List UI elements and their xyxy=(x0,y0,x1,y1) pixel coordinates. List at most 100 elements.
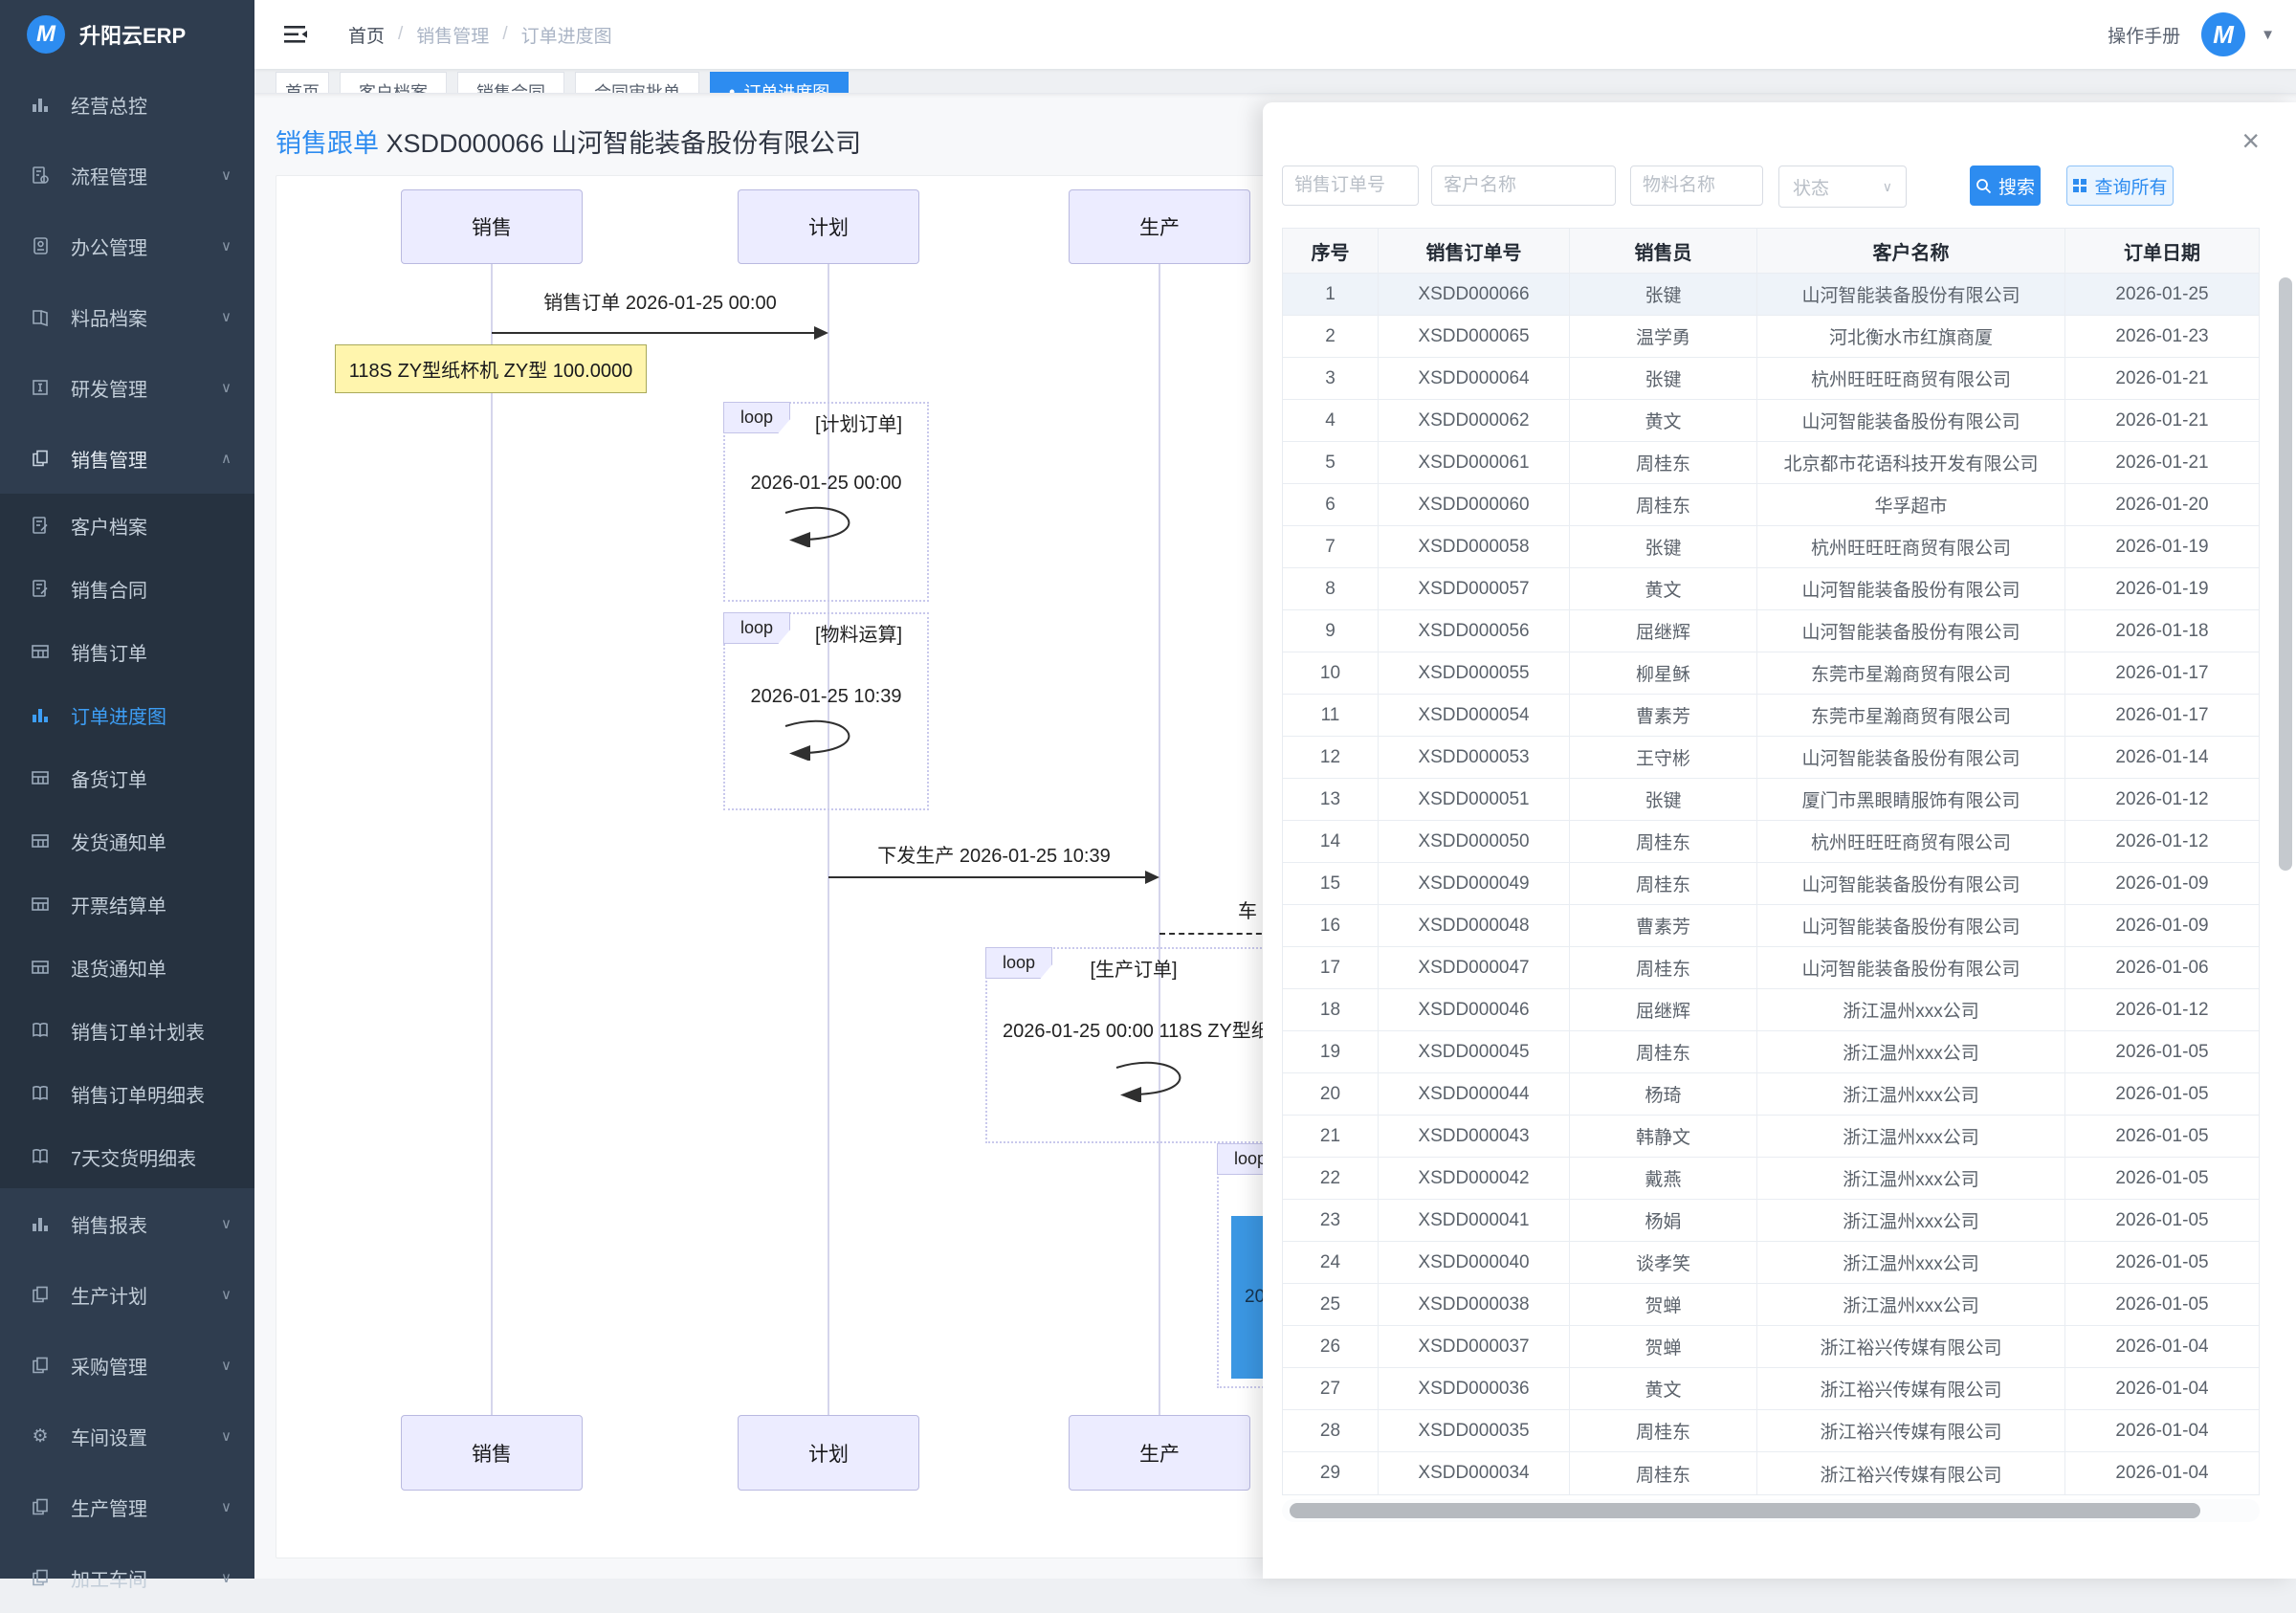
sidebar-item-process[interactable]: 流程管理∨ xyxy=(0,140,254,210)
book-icon xyxy=(29,1019,52,1042)
table-row[interactable]: 8XSDD000057黄文山河智能装备股份有限公司2026-01-19 xyxy=(1283,568,2259,610)
table-row[interactable]: 20XSDD000044杨琦浙江温州xxx公司2026-01-05 xyxy=(1283,1073,2259,1116)
chevron-down-icon: ∨ xyxy=(221,1286,232,1303)
table-row[interactable]: 9XSDD000056屈继辉山河智能装备股份有限公司2026-01-18 xyxy=(1283,610,2259,652)
table-row[interactable]: 5XSDD000061周桂东北京都市花语科技开发有限公司2026-01-21 xyxy=(1283,442,2259,484)
sidebar-item-rd[interactable]: 研发管理∨ xyxy=(0,352,254,423)
horizontal-scrollbar-thumb[interactable] xyxy=(1290,1503,2200,1518)
cell-customer: 浙江裕兴传媒有限公司 xyxy=(1757,1368,2065,1409)
table-row[interactable]: 16XSDD000048曹素芳山河智能装备股份有限公司2026-01-09 xyxy=(1283,905,2259,947)
table-row[interactable]: 23XSDD000041杨娟浙江温州xxx公司2026-01-05 xyxy=(1283,1200,2259,1242)
sidebar-item-sales-contract[interactable]: 销售合同 xyxy=(0,557,254,620)
column-header: 销售订单号 xyxy=(1379,229,1570,273)
table-row[interactable]: 28XSDD000035周桂东浙江裕兴传媒有限公司2026-01-04 xyxy=(1283,1410,2259,1452)
cell-salesperson: 周桂东 xyxy=(1570,821,1757,862)
table-row[interactable]: 1XSDD000066张键山河智能装备股份有限公司2026-01-25 xyxy=(1283,274,2259,316)
table-row[interactable]: 7XSDD000058张键杭州旺旺旺商贸有限公司2026-01-19 xyxy=(1283,526,2259,568)
table-row[interactable]: 24XSDD000040谈孝笑浙江温州xxx公司2026-01-05 xyxy=(1283,1242,2259,1284)
cell-order-no: XSDD000041 xyxy=(1379,1200,1570,1241)
sidebar-item-sales-report[interactable]: 销售报表∨ xyxy=(0,1188,254,1259)
table-row[interactable]: 18XSDD000046屈继辉浙江温州xxx公司2026-01-12 xyxy=(1283,989,2259,1031)
cell-customer: 河北衡水市红旗商厦 xyxy=(1757,316,2065,357)
table-row[interactable]: 4XSDD000062黄文山河智能装备股份有限公司2026-01-21 xyxy=(1283,400,2259,442)
table-row[interactable]: 11XSDD000054曹素芳东莞市星瀚商贸有限公司2026-01-17 xyxy=(1283,695,2259,737)
cell-index: 2 xyxy=(1283,316,1379,357)
table-row[interactable]: 19XSDD000045周桂东浙江温州xxx公司2026-01-05 xyxy=(1283,1031,2259,1073)
manual-link[interactable]: 操作手册 xyxy=(2108,22,2180,48)
table-row[interactable]: 2XSDD000065温学勇河北衡水市红旗商厦2026-01-23 xyxy=(1283,316,2259,358)
sidebar-item-office[interactable]: 办公管理∨ xyxy=(0,210,254,281)
sidebar-item-stock-order[interactable]: 备货订单 xyxy=(0,746,254,809)
column-header: 销售员 xyxy=(1570,229,1757,273)
cell-index: 5 xyxy=(1283,442,1379,483)
table-row[interactable]: 27XSDD000036黄文浙江裕兴传媒有限公司2026-01-04 xyxy=(1283,1368,2259,1410)
table-row[interactable]: 15XSDD000049周桂东山河智能装备股份有限公司2026-01-09 xyxy=(1283,863,2259,905)
cell-order-no: XSDD000046 xyxy=(1379,989,1570,1030)
search-button[interactable]: 搜索 xyxy=(1970,166,2041,206)
sidebar-item-materials[interactable]: 料品档案∨ xyxy=(0,281,254,352)
table-row[interactable]: 14XSDD000050周桂东杭州旺旺旺商贸有限公司2026-01-12 xyxy=(1283,821,2259,863)
table-row[interactable]: 22XSDD000042戴燕浙江温州xxx公司2026-01-05 xyxy=(1283,1158,2259,1200)
sidebar-item-workshop-settings[interactable]: ⚙车间设置∨ xyxy=(0,1401,254,1471)
material-name-input[interactable] xyxy=(1630,166,1763,206)
menu-collapse-icon[interactable] xyxy=(283,23,308,46)
avatar[interactable]: M xyxy=(2201,12,2245,56)
sidebar-item-return-notice[interactable]: 退货通知单 xyxy=(0,936,254,999)
close-icon[interactable]: × xyxy=(2241,125,2260,156)
copy-icon xyxy=(29,447,52,470)
table-row[interactable]: 13XSDD000051张键厦门市黑眼睛服饰有限公司2026-01-12 xyxy=(1283,779,2259,821)
chevron-down-icon[interactable]: ▼ xyxy=(2261,27,2275,43)
order-no-input[interactable] xyxy=(1282,166,1419,206)
page-title-link[interactable]: 销售跟单 xyxy=(276,129,379,158)
table-row[interactable]: 25XSDD000038贺蝉浙江温州xxx公司2026-01-05 xyxy=(1283,1284,2259,1326)
table-row[interactable]: 26XSDD000037贺蝉浙江裕兴传媒有限公司2026-01-04 xyxy=(1283,1326,2259,1368)
sidebar-item-label: 加工车间 xyxy=(71,1564,147,1592)
breadcrumb-item[interactable]: 首页 xyxy=(348,22,385,48)
table-row[interactable]: 6XSDD000060周桂东华孚超市2026-01-20 xyxy=(1283,484,2259,526)
query-all-button[interactable]: 查询所有 xyxy=(2066,166,2174,206)
customer-name-input[interactable] xyxy=(1431,166,1616,206)
table-row[interactable]: 10XSDD000055柳星稣东莞市星瀚商贸有限公司2026-01-17 xyxy=(1283,652,2259,695)
sidebar-item-sales[interactable]: 销售管理∧ xyxy=(0,423,254,494)
sidebar-item-sales-order-detail[interactable]: 销售订单明细表 xyxy=(0,1062,254,1125)
table-row[interactable]: 29XSDD000034周桂东浙江裕兴传媒有限公司2026-01-04 xyxy=(1283,1452,2259,1494)
cell-index: 18 xyxy=(1283,989,1379,1030)
cell-index: 29 xyxy=(1283,1452,1379,1494)
sidebar-item-label: 销售订单明细表 xyxy=(71,1080,205,1108)
page-title-text: XSDD000066 山河智能装备股份有限公司 xyxy=(386,129,862,158)
table-row[interactable]: 3XSDD000064张键杭州旺旺旺商贸有限公司2026-01-21 xyxy=(1283,358,2259,400)
breadcrumb-item[interactable]: 订单进度图 xyxy=(521,22,612,48)
grid-icon xyxy=(29,766,52,789)
loop-condition: [生产订单] xyxy=(1052,954,1215,982)
message-arrow-line xyxy=(492,332,815,334)
table-row[interactable]: 17XSDD000047周桂东山河智能装备股份有限公司2026-01-06 xyxy=(1283,947,2259,989)
sidebar-item-processing-workshop[interactable]: 加工车间∨ xyxy=(0,1542,254,1613)
table-row[interactable]: 12XSDD000053王守彬山河智能装备股份有限公司2026-01-14 xyxy=(1283,737,2259,779)
chevron-down-icon: ∨ xyxy=(221,308,232,325)
sidebar-item-sales-order[interactable]: 销售订单 xyxy=(0,620,254,683)
sidebar-item-customer-archive[interactable]: 客户档案 xyxy=(0,494,254,557)
cell-date: 2026-01-05 xyxy=(2065,1158,2259,1199)
vertical-scrollbar-thumb[interactable] xyxy=(2279,277,2292,871)
cell-customer: 浙江温州xxx公司 xyxy=(1757,1073,2065,1115)
sidebar-item-dashboard[interactable]: 经营总控 xyxy=(0,69,254,140)
sidebar-item-label: 生产管理 xyxy=(71,1493,147,1521)
cell-index: 13 xyxy=(1283,779,1379,820)
sidebar-item-delivery-notice[interactable]: 发货通知单 xyxy=(0,809,254,873)
sidebar-item-production-plan[interactable]: 生产计划∨ xyxy=(0,1259,254,1330)
cell-salesperson: 戴燕 xyxy=(1570,1158,1757,1199)
cell-index: 17 xyxy=(1283,947,1379,988)
table-row[interactable]: 21XSDD000043韩静文浙江温州xxx公司2026-01-05 xyxy=(1283,1116,2259,1158)
cell-order-no: XSDD000035 xyxy=(1379,1410,1570,1451)
sidebar-item-sales-order-plan[interactable]: 销售订单计划表 xyxy=(0,999,254,1062)
status-select[interactable]: 状态 ∨ xyxy=(1778,166,1907,208)
sidebar-item-purchase[interactable]: 采购管理∨ xyxy=(0,1330,254,1401)
breadcrumb-item[interactable]: 销售管理 xyxy=(416,22,489,48)
topbar-right: 操作手册 M ▼ xyxy=(2108,12,2275,56)
cell-customer: 浙江裕兴传媒有限公司 xyxy=(1757,1410,2065,1451)
sidebar-item-production-mgmt[interactable]: 生产管理∨ xyxy=(0,1471,254,1542)
sidebar-item-delivery-7day[interactable]: 7天交货明细表 xyxy=(0,1125,254,1188)
cell-salesperson: 贺蝉 xyxy=(1570,1326,1757,1367)
sidebar-item-order-progress[interactable]: 订单进度图 xyxy=(0,683,254,746)
sidebar-item-invoice-settlement[interactable]: 开票结算单 xyxy=(0,873,254,936)
